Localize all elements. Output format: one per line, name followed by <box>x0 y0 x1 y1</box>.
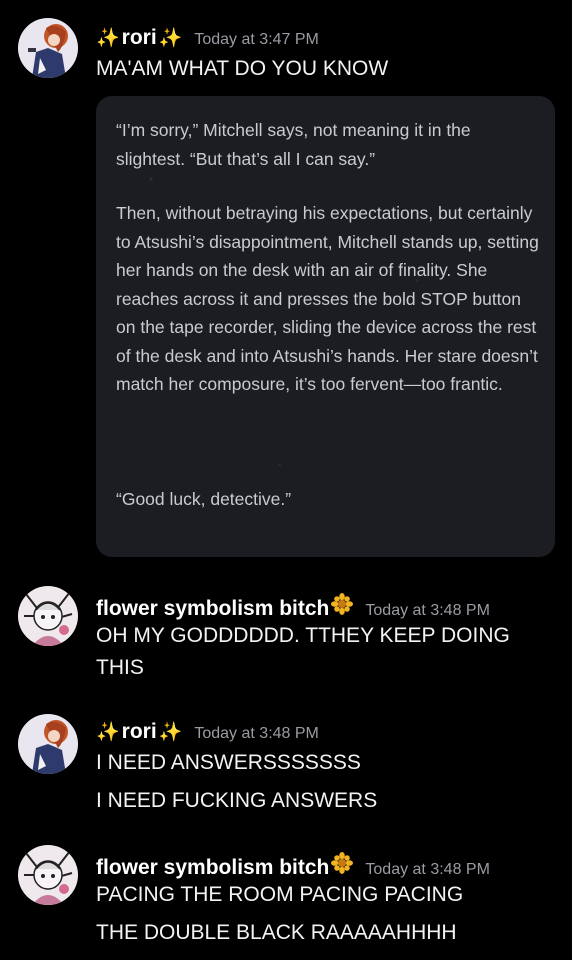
avatar-flower-symbolism-bitch[interactable] <box>18 845 78 905</box>
quoted-text-embed: “I’m sorry,” Mitchell says, not meaning … <box>96 96 555 557</box>
embed-paragraph: Then, without betraying his expectations… <box>116 203 539 394</box>
message-text: THE DOUBLE BLACK RAAAAAHHHH <box>96 921 457 944</box>
username-rori[interactable]: rori <box>122 26 157 50</box>
avatar-flower-symbolism-bitch[interactable] <box>18 586 78 646</box>
username-flower-symbolism-bitch[interactable]: flower symbolism bitch <box>96 597 329 621</box>
avatar-rori-image <box>18 714 78 774</box>
sunflower-icon <box>331 593 354 615</box>
message-timestamp[interactable]: Today at 3:48 PM <box>365 861 490 879</box>
username-flower-symbolism-bitch[interactable]: flower symbolism bitch <box>96 856 329 880</box>
avatar-rori[interactable] <box>18 714 78 774</box>
message-header: ✨ rori ✨ Today at 3:48 PM <box>96 720 319 744</box>
username-rori[interactable]: rori <box>122 720 157 744</box>
message-text: PACING THE ROOM PACING PACING <box>96 883 464 906</box>
sparkles-icon: ✨ <box>158 28 183 49</box>
message-header: ✨ rori ✨ Today at 3:47 PM <box>96 26 319 50</box>
avatar-rori[interactable] <box>18 18 78 78</box>
message-header: flower symbolism bitch Today at 3:48 PM <box>96 852 490 880</box>
message-text: MA'AM WHAT DO YOU KNOW <box>96 57 389 80</box>
avatar-rori-image <box>18 18 78 78</box>
message-text: I NEED FUCKING ANSWERS <box>96 789 378 812</box>
embed-paragraph: “I’m sorry,” Mitchell says, not meaning … <box>116 120 471 169</box>
avatar-flower-image <box>18 845 78 905</box>
sparkles-icon: ✨ <box>158 722 183 743</box>
message-timestamp[interactable]: Today at 3:48 PM <box>365 602 490 620</box>
message-text: OH MY GODDDDDD. TTHEY KEEP DOING THIS <box>96 624 510 679</box>
sparkles-icon: ✨ <box>96 28 120 49</box>
sparkles-icon: ✨ <box>96 722 120 743</box>
message-header: flower symbolism bitch Today at 3:48 PM <box>96 593 490 621</box>
message-timestamp[interactable]: Today at 3:47 PM <box>194 31 319 49</box>
avatar-flower-image <box>18 586 78 646</box>
sunflower-icon <box>331 852 354 874</box>
message-timestamp[interactable]: Today at 3:48 PM <box>194 725 319 743</box>
message-text: I NEED ANSWERSSSSSSS <box>96 751 361 774</box>
embed-paragraph: “Good luck, detective.” <box>116 489 292 509</box>
